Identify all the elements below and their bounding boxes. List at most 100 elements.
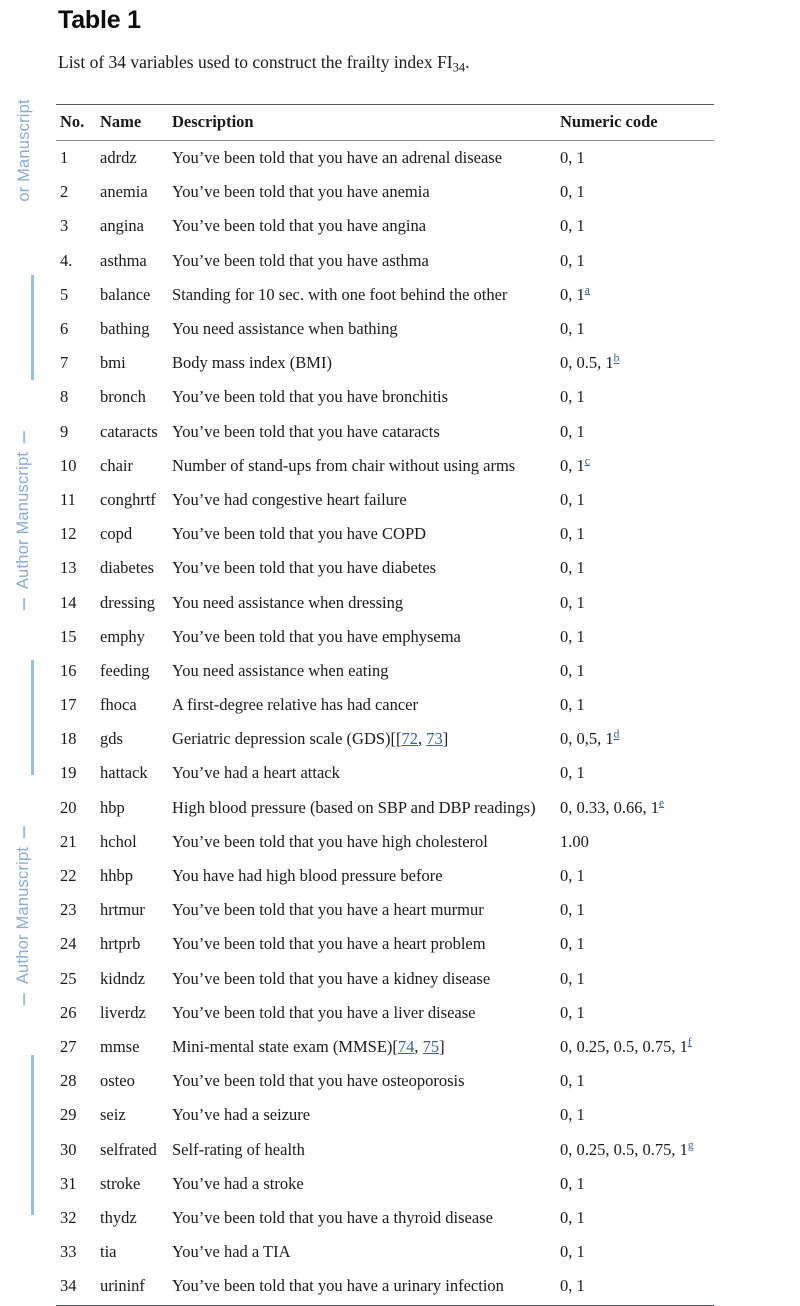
cell-numeric-code: 0, 0.33, 0.66, 1e	[560, 791, 714, 825]
numeric-code-text: 0, 1	[560, 1276, 585, 1296]
numeric-code-text: 0, 1	[560, 148, 585, 168]
cell-variable-name: osteo	[100, 1071, 135, 1091]
cell-description: High blood pressure (based on SBP and DB…	[172, 791, 560, 825]
cell-numeric-code: 0, 1	[560, 244, 714, 278]
cell-numeric-code: 0, 1	[560, 756, 714, 790]
cell-variable-name: emphy	[100, 626, 145, 646]
cell-variable-name: hchol	[100, 831, 137, 851]
cell-description: You’ve been told that you have angina	[172, 209, 560, 243]
cell-variable-name: liverdz	[100, 1002, 146, 1022]
description-text: You’ve been told that you have COPD	[172, 524, 427, 544]
numeric-code-text: 0, 1	[560, 558, 585, 578]
cell-numeric-code: 0, 1	[560, 1269, 714, 1306]
description-text: You’ve been told that you have a kidney …	[172, 968, 491, 988]
watermark-label-2: Author Manuscript	[14, 451, 33, 589]
description-text: You need assistance when bathing	[172, 319, 398, 339]
numeric-code-text: 0, 1	[560, 660, 585, 680]
cell-numeric-code: 0, 1	[560, 415, 714, 449]
table-row: 32 thydz You’ve been told that you have a …	[56, 1201, 714, 1235]
reference-link[interactable]: 75	[423, 1037, 440, 1056]
reference-link[interactable]: 73	[426, 729, 443, 748]
footnote-marker[interactable]: f	[688, 1036, 692, 1049]
cell-numeric-code: 0, 1	[560, 1235, 714, 1269]
cell-description: A first-degree relative has had cancer	[172, 688, 560, 722]
cell-numeric-code: 0, 1	[560, 962, 714, 996]
numeric-code-text: 0, 0.5, 1	[560, 353, 614, 373]
description-text: You need assistance when dressing	[172, 592, 404, 612]
table-header-row: No. Name Description Numeric code	[56, 104, 714, 141]
watermark-label-3: Author Manuscript	[14, 846, 33, 984]
cell-no: 19	[60, 763, 77, 783]
table-row: 20 hbp High blood pressure (based on SBP a…	[56, 791, 714, 825]
cell-variable-name: hattack	[100, 763, 148, 783]
cell-description: You need assistance when eating	[172, 654, 560, 688]
cell-description: You’ve been told that you have asthma	[172, 244, 560, 278]
table-row: 12 copd You’ve been told that you have COP…	[56, 517, 714, 551]
cell-variable-name: urininf	[100, 1269, 172, 1306]
cell-description: You’ve been told that you have COPD	[172, 517, 560, 551]
table-row: 31 stroke You’ve had a stroke 0, 1	[56, 1167, 714, 1201]
cell-no: 34	[56, 1269, 100, 1306]
description-text: Geriatric depression scale (GDS)[[	[172, 729, 402, 749]
footnote-marker[interactable]: a	[585, 284, 590, 297]
cell-no: 3	[60, 216, 69, 236]
cell-variable-name: hhbp	[100, 866, 133, 886]
cell-no: 1	[60, 148, 69, 168]
cell-numeric-code: 0, 1	[560, 620, 714, 654]
cell-description: You need assistance when dressing	[172, 585, 560, 619]
footnote-marker[interactable]: e	[659, 797, 664, 809]
footnote-marker[interactable]: b	[614, 353, 620, 365]
table-row: 30 selfrated Self-rating of health 0, 0.25,…	[56, 1132, 714, 1166]
column-header-no: No.	[56, 104, 100, 141]
reference-link[interactable]: 72	[402, 729, 419, 748]
table-row: 3 angina You’ve been told that you have an…	[56, 209, 714, 243]
cell-no: 32	[60, 1207, 77, 1227]
cell-variable-name: conghrtf	[100, 489, 156, 509]
footnote-marker[interactable]: g	[688, 1139, 694, 1151]
table-row: 7 bmi Body mass index (BMI) 0, 0.5, 1b	[56, 346, 714, 380]
cell-description: Self-rating of health	[172, 1132, 560, 1166]
description-text: You’ve been told that you have an adrena…	[172, 148, 503, 168]
cell-no: 2	[60, 182, 69, 202]
numeric-code-text: 0, 0,5, 1	[560, 729, 614, 749]
cell-numeric-code: 0, 1	[560, 380, 714, 414]
reference-link[interactable]: 74	[398, 1037, 415, 1056]
cell-variable-name: asthma	[100, 250, 147, 270]
cell-numeric-code: 0, 1	[560, 859, 714, 893]
table-row: 34 urininf You’ve been told that you have …	[56, 1269, 714, 1306]
cell-numeric-code: 0, 1	[560, 1098, 714, 1132]
cell-variable-name: tia	[100, 1242, 117, 1262]
footnote-marker[interactable]: c	[585, 455, 590, 468]
description-text: You need assistance when eating	[172, 660, 389, 680]
cell-numeric-code: 0, 1	[560, 585, 714, 619]
cell-description: You’ve been told that you have anemia	[172, 175, 560, 209]
table-row: 2 anemia You’ve been told that you have an…	[56, 175, 714, 209]
cell-numeric-code: 0, 0.25, 0.5, 0.75, 1f	[560, 1030, 714, 1064]
description-text: You’ve been told that you have a urinary…	[172, 1276, 504, 1296]
cell-variable-name: hrtprb	[100, 934, 141, 954]
cell-variable-name: hbp	[100, 797, 125, 817]
cell-numeric-code: 0, 1	[560, 141, 714, 176]
cell-no: 33	[60, 1242, 77, 1262]
cell-description: You’ve been told that you have bronchiti…	[172, 380, 560, 414]
author-manuscript-watermark-gutter: or Manuscript Author Manuscript Author M…	[0, 0, 48, 1215]
description-text: You’ve been told that you have cataracts	[172, 421, 440, 441]
cell-no: 13	[60, 558, 77, 578]
numeric-code-text: 0, 1	[560, 592, 585, 612]
cell-variable-name: diabetes	[100, 558, 155, 578]
numeric-code-text: 0, 1	[560, 182, 585, 202]
caption-text-end: .	[465, 52, 470, 72]
description-tail: ]	[439, 1036, 445, 1056]
footnote-marker[interactable]: d	[614, 729, 620, 741]
description-text: You’ve been told that you have diabetes	[172, 558, 437, 578]
cell-no: 16	[60, 660, 77, 680]
watermark-block-3: Author Manuscript	[0, 770, 48, 1060]
cell-description: You’ve been told that you have a urinary…	[172, 1269, 560, 1306]
table-row: 11 conghrtf You’ve had congestive heart fa…	[56, 483, 714, 517]
watermark-block-1: or Manuscript	[0, 0, 48, 300]
numeric-code-text: 0, 1	[560, 1071, 585, 1091]
cell-variable-name: copd	[100, 524, 133, 544]
description-text: A first-degree relative has had cancer	[172, 695, 418, 715]
table-row: 22 hhbp You have had high blood pressure b…	[56, 859, 714, 893]
cell-variable-name: kidndz	[100, 968, 145, 988]
